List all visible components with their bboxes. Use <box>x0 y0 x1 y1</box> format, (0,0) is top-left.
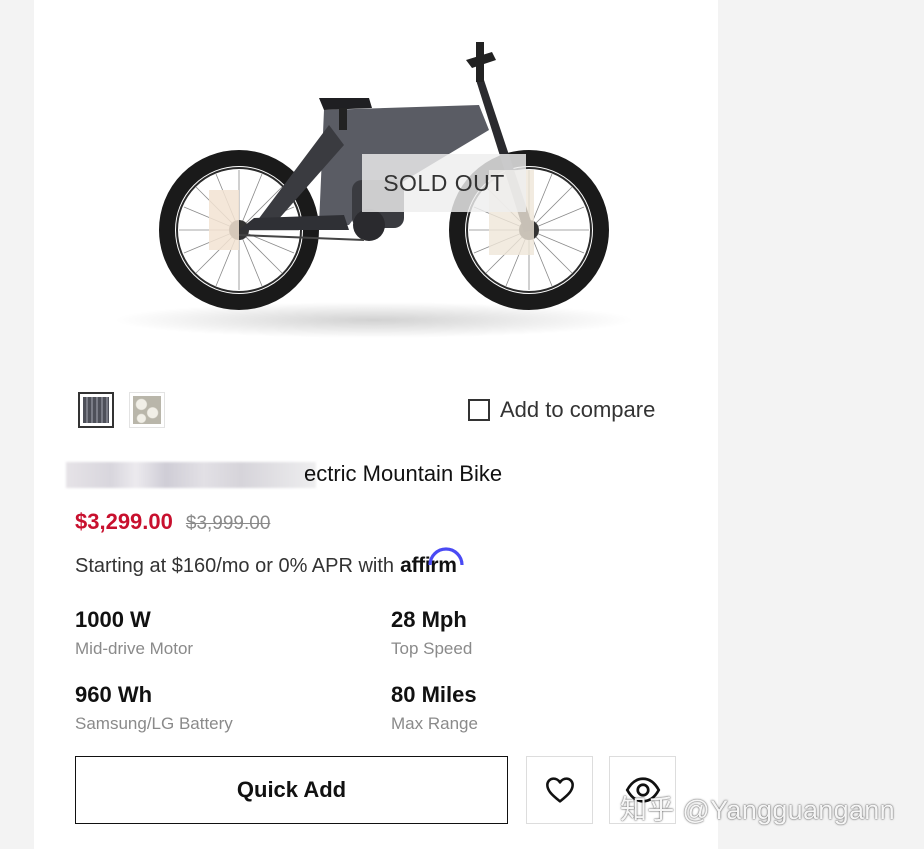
spec-label: Mid-drive Motor <box>75 639 194 658</box>
wishlist-button[interactable] <box>526 756 593 824</box>
financing-text: Starting at $160/mo or 0% APR with <box>75 554 395 577</box>
product-title-text: ectric Mountain Bike <box>304 461 503 486</box>
spec-value: 28 Mph <box>391 607 467 632</box>
spec-speed: 28 Mph Top Speed <box>391 607 472 659</box>
add-to-compare[interactable]: Add to compare <box>468 397 655 423</box>
product-title[interactable]: ectric Mountain Bike <box>66 458 666 490</box>
spec-range: 80 Miles Max Range <box>391 682 478 734</box>
spec-motor: 1000 W Mid-drive Motor <box>75 607 193 659</box>
product-image[interactable]: SOLD OUT <box>104 30 644 340</box>
spec-label: Max Range <box>391 714 478 733</box>
affirm-logo: affirm <box>400 547 464 578</box>
heart-icon <box>545 777 574 803</box>
swatch-camo[interactable] <box>129 392 165 428</box>
product-card: SOLD OUT Add to compare ectric Mountain … <box>34 0 718 849</box>
compare-checkbox[interactable] <box>468 399 490 421</box>
compare-at-price: $3,999.00 <box>185 513 271 534</box>
spec-value: 80 Miles <box>391 682 477 707</box>
swatch-dark-gray-fill <box>83 397 109 423</box>
spec-battery: 960 Wh Samsung/LG Battery <box>75 682 233 734</box>
sold-out-badge: SOLD OUT <box>362 154 526 212</box>
watermark: 知乎 @Yangguangann <box>620 795 895 825</box>
redacted-title-region <box>66 462 316 488</box>
spec-value: 960 Wh <box>75 682 153 707</box>
spec-label: Samsung/LG Battery <box>75 714 233 733</box>
spec-label: Top Speed <box>391 639 473 658</box>
quick-add-button[interactable]: Quick Add <box>75 756 508 824</box>
price-row: $3,299.00 $3,999.00 <box>75 509 270 535</box>
sale-price: $3,299.00 <box>75 509 173 534</box>
spec-value: 1000 W <box>75 607 151 632</box>
compare-label: Add to compare <box>500 397 656 422</box>
affirm-arc-icon <box>428 547 464 566</box>
swatch-camo-fill <box>133 396 161 424</box>
financing-message: Starting at $160/mo or 0% APR with affir… <box>75 547 464 578</box>
swatch-dark-gray[interactable] <box>78 392 114 428</box>
